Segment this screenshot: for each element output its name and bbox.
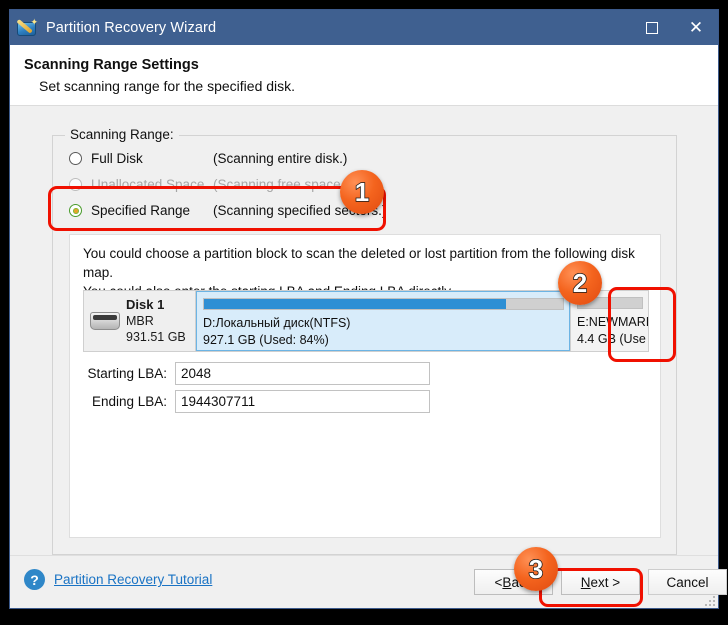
back-button-prefix: < bbox=[494, 574, 503, 590]
radio-unallocated-space-note: (Scanning free space only.) bbox=[213, 177, 377, 192]
partition-d-usage-bar bbox=[203, 298, 564, 310]
back-button-text: ack bbox=[511, 574, 533, 590]
scanning-range-groupbox: Scanning Range: Full Disk (Scanning enti… bbox=[52, 127, 677, 555]
title-bar: ✦ Partition Recovery Wizard ✕ bbox=[10, 10, 718, 45]
page-body: Scanning Range: Full Disk (Scanning enti… bbox=[10, 106, 718, 555]
back-button-mnemonic: B bbox=[502, 574, 512, 590]
radio-option-specified-range[interactable]: Specified Range (Scanning specified sect… bbox=[69, 203, 386, 218]
disk-map-panel: You could choose a partition block to sc… bbox=[69, 234, 661, 538]
partition-e-size: 4.4 GB (Use bbox=[577, 332, 646, 346]
partition-block-e[interactable]: E:NEWMARI 4.4 GB (Use bbox=[570, 291, 648, 351]
partition-d-size: 927.1 GB (Used: 84%) bbox=[203, 333, 329, 347]
cancel-button[interactable]: Cancel bbox=[648, 569, 727, 595]
page-subtitle: Set scanning range for the specified dis… bbox=[39, 78, 296, 94]
partition-d-usage-fill bbox=[204, 299, 506, 309]
radio-full-disk-icon[interactable] bbox=[69, 152, 82, 165]
next-button[interactable]: Next > bbox=[561, 569, 640, 595]
radio-full-disk-label: Full Disk bbox=[91, 151, 143, 166]
partition-d-label: D:Локальный диск(NTFS) bbox=[203, 316, 351, 330]
question-mark-icon[interactable]: ? bbox=[24, 569, 45, 590]
cancel-button-label: Cancel bbox=[666, 574, 709, 590]
groupbox-legend: Scanning Range: bbox=[65, 127, 179, 142]
partition-wizard-icon: ✦ bbox=[16, 17, 38, 38]
starting-lba-label: Starting LBA: bbox=[87, 366, 167, 381]
page-title: Scanning Range Settings bbox=[24, 57, 199, 73]
radio-specified-range-label: Specified Range bbox=[91, 203, 191, 218]
partition-e-usage-fill bbox=[578, 298, 642, 308]
disk-scheme: MBR bbox=[126, 314, 154, 328]
partition-block-d[interactable]: D:Локальный диск(NTFS) 927.1 GB (Used: 8… bbox=[196, 291, 570, 351]
dialog-footer: ? Partition Recovery Tutorial < Back Nex… bbox=[10, 555, 727, 608]
radio-unallocated-space-label: Unallocated Space bbox=[91, 177, 205, 192]
disk-name: Disk 1 bbox=[126, 297, 165, 312]
next-button-mnemonic: N bbox=[580, 574, 591, 590]
panel-instructions-line1: You could choose a partition block to sc… bbox=[83, 246, 635, 280]
maximize-icon[interactable] bbox=[630, 10, 674, 45]
starting-lba-row: Starting LBA: 2048 bbox=[83, 362, 430, 385]
application-window: ✦ Partition Recovery Wizard ✕ Scanning R… bbox=[9, 9, 727, 609]
ending-lba-label: Ending LBA: bbox=[91, 394, 167, 409]
ending-lba-input[interactable]: 1944307711 bbox=[175, 390, 430, 413]
partition-e-label: E:NEWMARI bbox=[577, 315, 648, 329]
radio-specified-range-note: (Scanning specified sectors.) bbox=[213, 203, 387, 218]
disk-map[interactable]: Disk 1 MBR 931.51 GB D:Локальный диск(NT… bbox=[83, 290, 649, 352]
ending-lba-row: Ending LBA: 1944307711 bbox=[83, 390, 430, 413]
partition-e-usage-bar bbox=[577, 297, 643, 309]
radio-option-full-disk[interactable]: Full Disk (Scanning entire disk.) bbox=[69, 151, 347, 166]
radio-option-unallocated-space: Unallocated Space (Scanning free space o… bbox=[69, 177, 376, 192]
disk-capacity: 931.51 GB bbox=[126, 330, 186, 344]
starting-lba-input[interactable]: 2048 bbox=[175, 362, 430, 385]
radio-specified-range-icon[interactable] bbox=[69, 204, 82, 217]
next-button-text: ext > bbox=[590, 574, 621, 590]
tutorial-link[interactable]: Partition Recovery Tutorial bbox=[54, 572, 212, 587]
window-title: Partition Recovery Wizard bbox=[46, 19, 217, 36]
radio-full-disk-note: (Scanning entire disk.) bbox=[213, 151, 348, 166]
resize-grip[interactable] bbox=[703, 594, 715, 606]
back-button[interactable]: < Back bbox=[474, 569, 553, 595]
close-icon[interactable]: ✕ bbox=[674, 10, 718, 45]
radio-unallocated-space-icon bbox=[69, 178, 82, 191]
disk-labels: Disk 1 MBR 931.51 GB bbox=[126, 297, 186, 345]
page-header: Scanning Range Settings Set scanning ran… bbox=[10, 45, 718, 106]
hard-disk-icon bbox=[90, 312, 120, 330]
disk-info-cell: Disk 1 MBR 931.51 GB bbox=[84, 291, 196, 351]
screenshot-root: ✦ Partition Recovery Wizard ✕ Scanning R… bbox=[0, 0, 728, 625]
tutorial-link-group[interactable]: ? Partition Recovery Tutorial bbox=[24, 569, 212, 590]
